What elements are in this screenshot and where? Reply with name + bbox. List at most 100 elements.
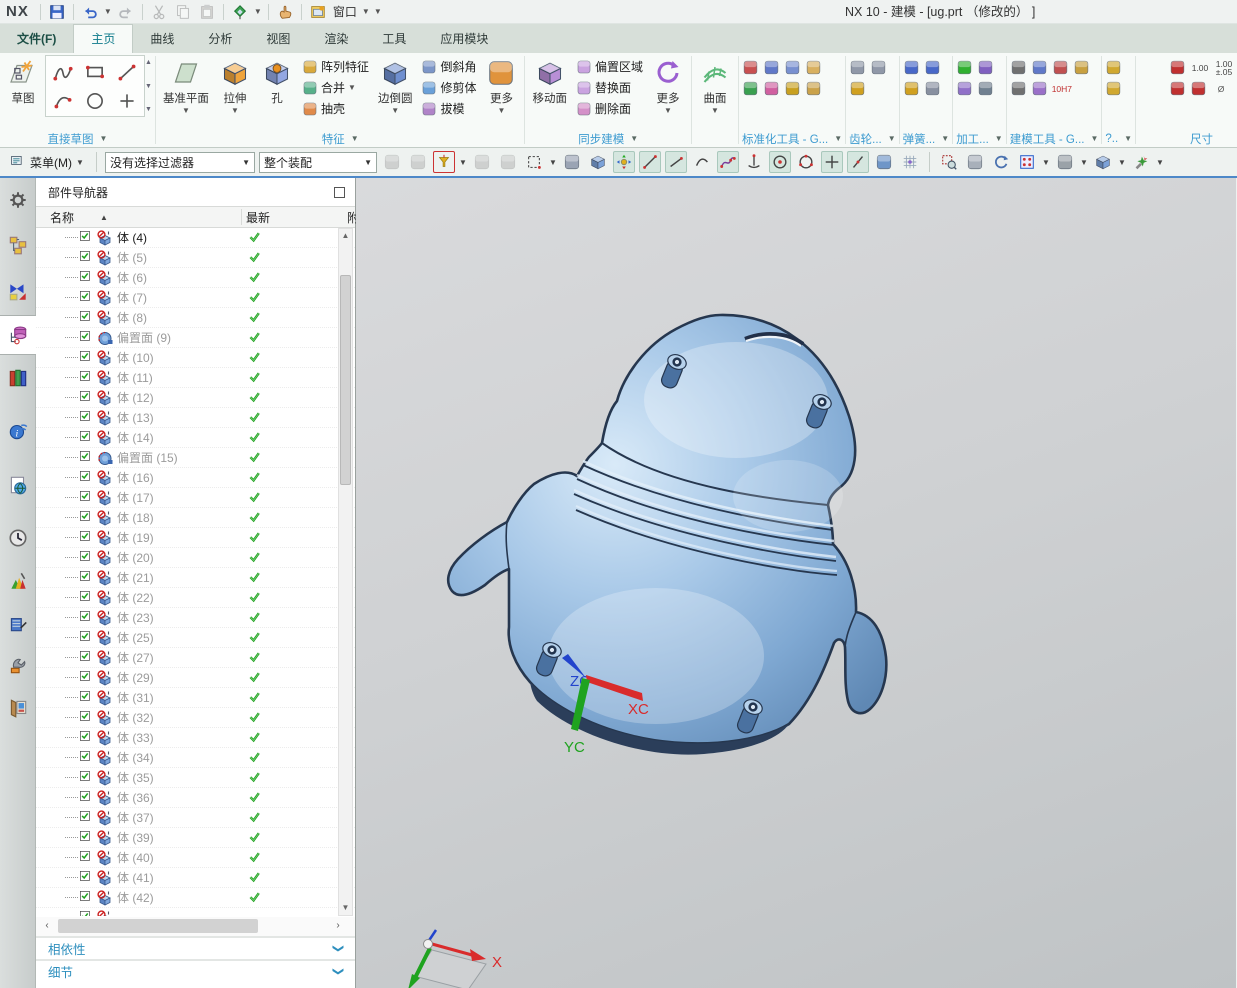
hole-button[interactable]: 孔 (257, 55, 297, 106)
tool-icon[interactable] (956, 59, 973, 76)
row-checkbox[interactable] (80, 690, 94, 705)
tool-icon[interactable] (784, 80, 801, 97)
row-checkbox[interactable] (80, 790, 94, 805)
face-select-icon[interactable] (873, 151, 895, 173)
table-row[interactable]: 体 (4) (36, 228, 355, 248)
show-box-icon[interactable] (587, 151, 609, 173)
window-menu-label[interactable]: 窗口 (333, 3, 357, 20)
row-checkbox[interactable] (80, 430, 94, 445)
pan-icon[interactable] (964, 151, 986, 173)
marquee-select-icon[interactable] (523, 151, 545, 173)
chamfer-button[interactable]: 倒斜角 (418, 57, 479, 76)
rect-icon[interactable] (79, 57, 111, 86)
save-icon[interactable] (46, 2, 68, 22)
spline-icon[interactable] (717, 151, 739, 173)
draft-button[interactable]: 拔模 (418, 99, 479, 118)
touch-mode-icon[interactable] (274, 2, 296, 22)
table-row[interactable] (36, 908, 355, 916)
redo-icon[interactable] (115, 2, 137, 22)
sketch-button[interactable]: 草图 (3, 55, 43, 106)
row-checkbox[interactable] (80, 450, 94, 465)
row-checkbox[interactable] (80, 410, 94, 425)
group-dimension-tools-label[interactable]: 尺寸 (1169, 130, 1234, 147)
group-feature-label[interactable]: 特征 ▼ (159, 130, 522, 147)
row-checkbox[interactable] (80, 590, 94, 605)
tool-icon[interactable] (1010, 80, 1027, 97)
circle-threept-icon[interactable] (795, 151, 817, 173)
column-name[interactable]: 名称 (50, 209, 74, 226)
undo-menu-icon[interactable]: ▼ (103, 7, 113, 16)
table-row[interactable]: 体 (21) (36, 568, 355, 588)
tool-icon[interactable] (977, 59, 994, 76)
section-details[interactable]: 细节 ❯ (36, 959, 355, 982)
vertical-scrollbar[interactable]: ▲ ▼ (338, 228, 353, 916)
tool-icon[interactable] (956, 80, 973, 97)
row-checkbox[interactable] (80, 730, 94, 745)
row-checkbox[interactable] (80, 250, 94, 265)
table-row[interactable]: 体 (29) (36, 668, 355, 688)
constraint-navigator-icon[interactable] (0, 271, 36, 311)
tool-icon[interactable] (1031, 59, 1048, 76)
line-icon[interactable] (111, 57, 143, 86)
tool-icon[interactable] (742, 59, 759, 76)
tool-icon[interactable] (742, 80, 759, 97)
model-shell[interactable] (446, 313, 888, 755)
trim-body-button[interactable]: 修剪体 (418, 78, 479, 97)
row-checkbox[interactable] (80, 630, 94, 645)
replace-face-button[interactable]: 替换面 (573, 78, 646, 97)
row-checkbox[interactable] (80, 850, 94, 865)
copy-icon[interactable] (172, 2, 194, 22)
axis-icon[interactable] (743, 151, 765, 173)
arc-icon[interactable] (47, 86, 79, 115)
scroll-down-icon[interactable]: ▼ (339, 901, 352, 915)
table-row[interactable]: 体 (33) (36, 728, 355, 748)
extrude-button[interactable]: 拉伸 ▼ (215, 55, 255, 115)
table-row[interactable]: 体 (39) (36, 828, 355, 848)
scrollbar-thumb[interactable] (58, 919, 258, 933)
group-modeling-tools-label[interactable]: 建模工具 - G... ▼ (1010, 130, 1099, 147)
grid-snap-icon[interactable] (899, 151, 921, 173)
row-checkbox[interactable] (80, 670, 94, 685)
tool-icon[interactable] (1031, 80, 1048, 97)
tool-icon[interactable] (1105, 80, 1122, 97)
row-checkbox[interactable] (80, 810, 94, 825)
row-checkbox[interactable] (80, 770, 94, 785)
tool-icon[interactable] (763, 59, 780, 76)
selection-scope-combo[interactable]: 整个装配 ▼ (259, 151, 377, 173)
table-row[interactable]: 体 (11) (36, 368, 355, 388)
sync-more-button[interactable]: 更多 ▼ (648, 55, 688, 115)
table-row[interactable]: 体 (22) (36, 588, 355, 608)
table-row[interactable]: 体 (10) (36, 348, 355, 368)
tab-home[interactable]: 主页 (73, 24, 134, 53)
scroll-right-icon[interactable]: › (331, 919, 345, 933)
tool-icon[interactable] (870, 59, 887, 76)
tool-icon[interactable] (924, 80, 941, 97)
reuse-library-icon[interactable] (0, 358, 36, 398)
tab-file[interactable]: 文件(F) (0, 25, 73, 53)
plus-point-icon[interactable] (821, 151, 843, 173)
group-synchronous-modeling-label[interactable]: 同步建模 ▼ (528, 130, 688, 147)
table-row[interactable]: 偏置面 (9) (36, 328, 355, 348)
line-angle-icon[interactable] (665, 151, 687, 173)
row-checkbox[interactable] (80, 390, 94, 405)
chevron-down-icon[interactable]: ▼ (1156, 158, 1164, 167)
row-checkbox[interactable] (80, 470, 94, 485)
offset-region-button[interactable]: 偏置区域 (573, 57, 646, 76)
row-checkbox[interactable] (80, 290, 94, 305)
shaded-view-icon[interactable] (1054, 151, 1076, 173)
tool-text-icon[interactable]: Ø (1211, 80, 1231, 97)
fit-view-icon[interactable] (1016, 151, 1038, 173)
sort-ascending-icon[interactable]: ▲ (100, 213, 108, 222)
touch-select-icon[interactable] (561, 151, 583, 173)
group-spring-tools-label[interactable]: 弹簧... ▼ (903, 130, 950, 147)
tool-icon[interactable] (805, 80, 822, 97)
tool-icon[interactable] (1073, 59, 1090, 76)
line-two-point-icon[interactable] (639, 151, 661, 173)
tab-analysis[interactable]: 分析 (191, 25, 249, 53)
table-row[interactable]: 体 (16) (36, 468, 355, 488)
undo-icon[interactable] (79, 2, 101, 22)
roles-gear-icon[interactable] (0, 180, 36, 220)
horizontal-scrollbar[interactable]: ‹ › (36, 917, 355, 936)
chevron-down-icon[interactable]: ▼ (1080, 158, 1088, 167)
system-scenes-icon[interactable] (0, 603, 36, 643)
